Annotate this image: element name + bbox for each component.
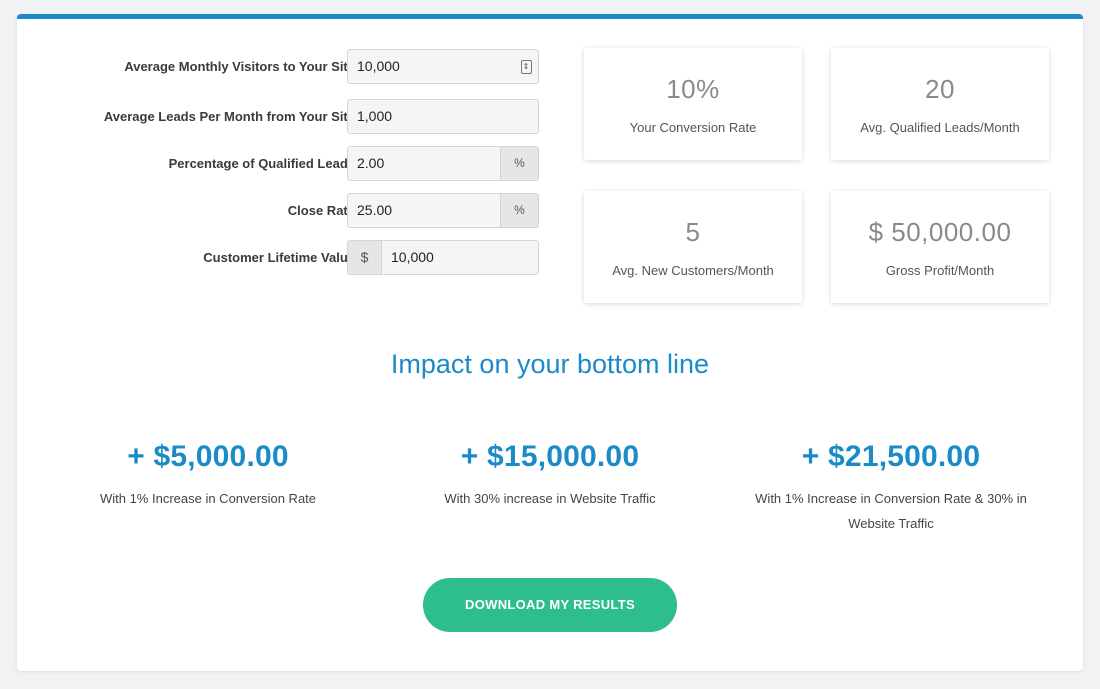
- stat-value: 20: [925, 74, 955, 104]
- stat-value: $ 50,000.00: [868, 217, 1012, 247]
- stat-conversion-rate: 10% Your Conversion Rate: [584, 48, 802, 160]
- stat-label: Avg. Qualified Leads/Month: [860, 120, 1020, 135]
- percent-addon: %: [500, 194, 538, 227]
- form-row-qualified-leads: Percentage of Qualified Leads 2.00 %: [17, 146, 557, 181]
- monthly-leads-input[interactable]: 1,000: [347, 99, 539, 134]
- impact-conversion: + $5,000.00 With 1% Increase in Conversi…: [58, 440, 358, 511]
- close-rate-label: Close Rate: [287, 203, 355, 218]
- monthly-visitors-value[interactable]: 10,000: [348, 50, 514, 83]
- form-row-monthly-leads: Average Leads Per Month from Your Site 1…: [17, 99, 557, 134]
- download-results-button[interactable]: DOWNLOAD MY RESULTS: [423, 578, 677, 632]
- stat-label: Avg. New Customers/Month: [612, 263, 774, 278]
- lifetime-value-input[interactable]: $ 10,000: [347, 240, 539, 275]
- qualified-leads-label: Percentage of Qualified Leads: [168, 156, 355, 171]
- impact-combined: + $21,500.00 With 1% Increase in Convers…: [741, 440, 1041, 536]
- impact-traffic: + $15,000.00 With 30% increase in Websit…: [400, 440, 700, 511]
- monthly-leads-label: Average Leads Per Month from Your Site: [103, 109, 355, 124]
- stat-value: 5: [685, 217, 701, 247]
- qualified-leads-input[interactable]: 2.00 %: [347, 146, 539, 181]
- stat-new-customers: 5 Avg. New Customers/Month: [584, 191, 802, 303]
- stat-gross-profit: $ 50,000.00 Gross Profit/Month: [831, 191, 1049, 303]
- qualified-leads-value[interactable]: 2.00: [348, 147, 500, 180]
- impact-amount: + $5,000.00: [127, 440, 289, 473]
- close-rate-input[interactable]: 25.00 %: [347, 193, 539, 228]
- monthly-visitors-input[interactable]: 10,000 ⇕: [347, 49, 539, 84]
- impact-amount: + $21,500.00: [801, 440, 981, 473]
- lifetime-value-label: Customer Lifetime Value: [203, 250, 355, 265]
- impact-title: Impact on your bottom line: [390, 349, 710, 379]
- stat-label: Gross Profit/Month: [885, 263, 995, 278]
- impact-amount: + $15,000.00: [460, 440, 640, 473]
- percent-addon: %: [500, 147, 538, 180]
- impact-description: With 30% increase in Website Traffic: [444, 491, 656, 506]
- close-rate-value[interactable]: 25.00: [348, 194, 500, 227]
- calculator-card: Average Monthly Visitors to Your Site 10…: [17, 14, 1083, 671]
- stat-value: 10%: [666, 74, 720, 104]
- form-row-close-rate: Close Rate 25.00 %: [17, 193, 557, 228]
- dollar-addon: $: [348, 241, 382, 274]
- stat-label: Your Conversion Rate: [629, 120, 757, 135]
- stat-qualified-leads: 20 Avg. Qualified Leads/Month: [831, 48, 1049, 160]
- form-row-lifetime-value: Customer Lifetime Value $ 10,000: [17, 240, 557, 275]
- stepper-icon[interactable]: ⇕: [514, 50, 538, 83]
- lifetime-value-value[interactable]: 10,000: [382, 241, 538, 274]
- impact-description: With 1% Increase in Conversion Rate & 30…: [755, 491, 1027, 531]
- monthly-leads-value[interactable]: 1,000: [348, 100, 538, 133]
- impact-description: With 1% Increase in Conversion Rate: [99, 491, 317, 506]
- form-row-monthly-visitors: Average Monthly Visitors to Your Site 10…: [17, 49, 557, 84]
- monthly-visitors-label: Average Monthly Visitors to Your Site: [124, 59, 355, 74]
